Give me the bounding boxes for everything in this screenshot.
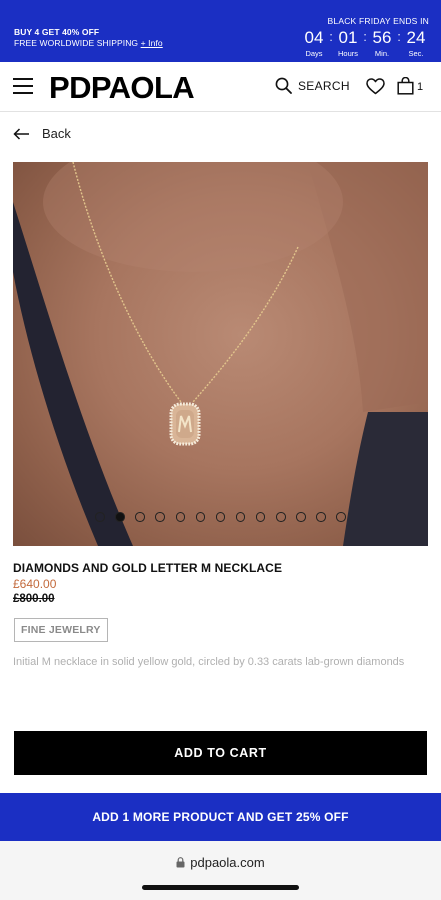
promo-line-1: BUY 4 GET 40% OFF xyxy=(14,27,100,37)
countdown-title: BLACK FRIDAY ENDS IN xyxy=(327,16,429,26)
countdown-hours: 01 Hours xyxy=(335,28,361,58)
countdown-minutes-label: Min. xyxy=(374,49,390,58)
carousel-dot[interactable] xyxy=(336,512,346,522)
carousel-dot[interactable] xyxy=(276,512,286,522)
necklace-photo xyxy=(13,162,428,546)
heart-icon xyxy=(366,78,385,95)
search-icon xyxy=(275,77,292,94)
countdown-days-value: 04 xyxy=(304,28,324,47)
carousel-dot[interactable] xyxy=(215,512,226,522)
promo-bar: BUY 4 GET 40% OFF FREE WORLDWIDE SHIPPIN… xyxy=(0,0,441,62)
carousel-dot[interactable] xyxy=(115,512,125,522)
menu-icon[interactable] xyxy=(13,78,33,95)
carousel-dot[interactable] xyxy=(195,512,206,522)
countdown-seconds-value: 24 xyxy=(406,28,426,47)
browser-bar: pdpaola.com xyxy=(0,841,441,900)
carousel-dot[interactable] xyxy=(135,512,145,522)
countdown-minutes: 56 Min. xyxy=(369,28,395,58)
carousel-dot[interactable] xyxy=(235,512,246,522)
cart-button[interactable]: 1 xyxy=(397,77,423,95)
url-text: pdpaola.com xyxy=(190,855,265,870)
cart-count: 1 xyxy=(417,80,424,93)
countdown-minutes-value: 56 xyxy=(372,28,392,47)
product-title: DIAMONDS AND GOLD LETTER M NECKLACE xyxy=(13,561,283,575)
bag-icon xyxy=(397,77,414,95)
carousel-dot[interactable] xyxy=(175,512,186,522)
countdown-seconds: 24 Sec. xyxy=(403,28,429,58)
carousel-dot[interactable] xyxy=(255,512,266,522)
countdown-seconds-label: Sec. xyxy=(408,49,424,58)
countdown-days: 04 Days xyxy=(301,28,327,58)
carousel-dot[interactable] xyxy=(296,512,306,522)
countdown-hours-value: 01 xyxy=(338,28,358,47)
wishlist-button[interactable] xyxy=(366,78,385,100)
info-link[interactable]: + Info xyxy=(141,38,163,48)
countdown-days-label: Days xyxy=(305,49,323,58)
search-button[interactable]: SEARCH xyxy=(275,77,350,94)
product-price: £640.00 xyxy=(13,577,57,591)
carousel-dot[interactable] xyxy=(155,512,165,522)
carousel-dots xyxy=(13,512,428,522)
back-label: Back xyxy=(42,126,71,141)
countdown-timer: 04 Days : 01 Hours : 56 Min. : 24 Sec. xyxy=(289,28,429,58)
carousel-dot[interactable] xyxy=(95,512,105,522)
cut-off-label xyxy=(13,710,73,716)
countdown-separator: : xyxy=(363,29,367,44)
site-header: PDPAOLA SEARCH 1 xyxy=(0,62,441,112)
product-description: Initial M necklace in solid yellow gold,… xyxy=(13,656,405,668)
promo-text: BUY 4 GET 40% OFF FREE WORLDWIDE SHIPPIN… xyxy=(14,27,163,49)
countdown-separator: : xyxy=(397,29,401,44)
search-label: SEARCH xyxy=(298,78,350,93)
brand-logo[interactable]: PDPAOLA xyxy=(49,70,195,106)
countdown-block: BLACK FRIDAY ENDS IN 04 Days : 01 Hours … xyxy=(289,16,429,58)
product-old-price: £800.00 xyxy=(13,593,55,605)
promo-line-2: FREE WORLDWIDE SHIPPING + Info xyxy=(14,38,163,49)
countdown-hours-label: Hours xyxy=(337,49,358,58)
url-field[interactable]: pdpaola.com xyxy=(0,855,441,870)
add-to-cart-button[interactable]: ADD TO CART xyxy=(14,731,427,775)
home-indicator xyxy=(142,885,299,890)
product-image[interactable] xyxy=(13,162,428,546)
countdown-separator: : xyxy=(329,29,333,44)
shipping-text: FREE WORLDWIDE SHIPPING xyxy=(14,38,139,48)
category-tag[interactable]: FINE JEWELRY xyxy=(14,618,108,642)
arrow-left-icon xyxy=(13,127,29,140)
carousel-dot[interactable] xyxy=(316,512,326,522)
lock-icon xyxy=(176,857,185,868)
back-button[interactable]: Back xyxy=(13,126,71,141)
bottom-promo-banner[interactable]: ADD 1 MORE PRODUCT AND GET 25% OFF xyxy=(0,793,441,841)
